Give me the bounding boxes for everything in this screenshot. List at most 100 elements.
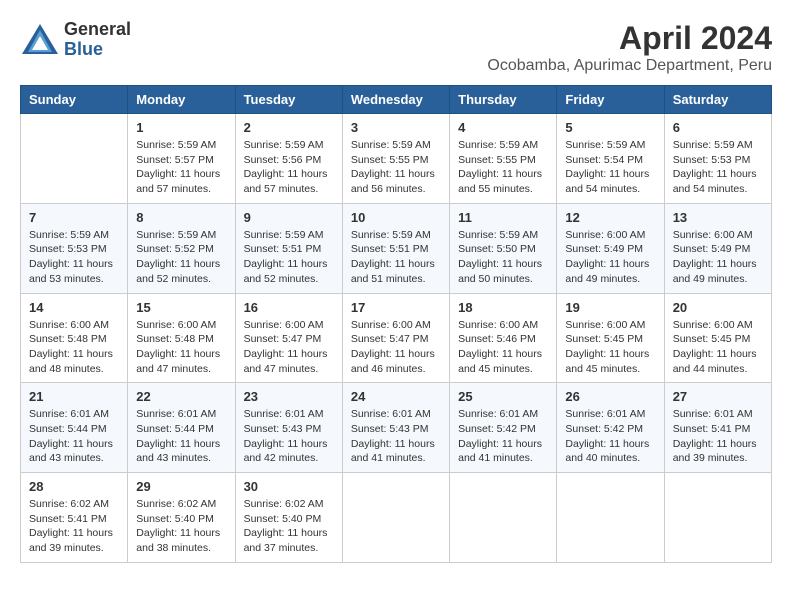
day-number: 30 — [244, 479, 334, 494]
calendar-cell: 9Sunrise: 5:59 AMSunset: 5:51 PMDaylight… — [235, 203, 342, 293]
day-info: Sunrise: 6:00 AMSunset: 5:45 PMDaylight:… — [565, 318, 655, 377]
calendar-week-row: 14Sunrise: 6:00 AMSunset: 5:48 PMDayligh… — [21, 293, 772, 383]
day-number: 6 — [673, 120, 763, 135]
day-number: 4 — [458, 120, 548, 135]
day-info: Sunrise: 5:59 AMSunset: 5:56 PMDaylight:… — [244, 138, 334, 197]
day-number: 26 — [565, 389, 655, 404]
calendar-week-row: 7 Sunrise: 5:59 AMSunset: 5:53 PMDaylight… — [21, 203, 772, 293]
calendar-cell: 5 Sunrise: 5:59 AMSunset: 5:54 PMDaylight… — [557, 114, 664, 204]
day-number: 16 — [244, 300, 334, 315]
day-number: 23 — [244, 389, 334, 404]
day-number: 1 — [136, 120, 226, 135]
calendar-cell: 20 Sunrise: 6:00 AMSunset: 5:45 PMDayligh… — [664, 293, 771, 383]
day-number: 5 — [565, 120, 655, 135]
day-info: Sunrise: 6:00 AMSunset: 5:48 PMDaylight:… — [136, 318, 226, 377]
calendar-cell: 19 Sunrise: 6:00 AMSunset: 5:45 PMDayligh… — [557, 293, 664, 383]
day-number: 28 — [29, 479, 119, 494]
day-info: Sunrise: 6:02 AMSunset: 5:41 PMDaylight:… — [29, 497, 119, 556]
day-info: Sunrise: 6:01 AMSunset: 5:41 PMDaylight:… — [673, 407, 763, 466]
weekday-header-friday: Friday — [557, 86, 664, 114]
calendar-cell — [450, 473, 557, 563]
day-number: 3 — [351, 120, 441, 135]
calendar-cell: 2 Sunrise: 5:59 AMSunset: 5:56 PMDaylight… — [235, 114, 342, 204]
calendar-cell — [21, 114, 128, 204]
day-number: 27 — [673, 389, 763, 404]
calendar-cell: 23 Sunrise: 6:01 AMSunset: 5:43 PMDayligh… — [235, 383, 342, 473]
day-number: 29 — [136, 479, 226, 494]
calendar-cell: 21Sunrise: 6:01 AMSunset: 5:44 PMDayligh… — [21, 383, 128, 473]
calendar-cell: 12 Sunrise: 6:00 AMSunset: 5:49 PMDayligh… — [557, 203, 664, 293]
calendar-cell: 11 Sunrise: 5:59 AMSunset: 5:50 PMDayligh… — [450, 203, 557, 293]
day-number: 20 — [673, 300, 763, 315]
day-info: Sunrise: 6:01 AMSunset: 5:43 PMDaylight:… — [351, 407, 441, 466]
day-info: Sunrise: 6:01 AMSunset: 5:44 PMDaylight:… — [136, 407, 226, 466]
day-number: 12 — [565, 210, 655, 225]
weekday-header-monday: Monday — [128, 86, 235, 114]
calendar-cell: 30 Sunrise: 6:02 AMSunset: 5:40 PMDayligh… — [235, 473, 342, 563]
title-area: April 2024 Ocobamba, Apurimac Department… — [487, 20, 772, 75]
weekday-header-tuesday: Tuesday — [235, 86, 342, 114]
day-info: Sunrise: 6:00 AMSunset: 5:48 PMDaylight:… — [29, 318, 119, 377]
day-info: Sunrise: 5:59 AMSunset: 5:54 PMDaylight:… — [565, 138, 655, 197]
calendar-cell: 29 Sunrise: 6:02 AMSunset: 5:40 PMDayligh… — [128, 473, 235, 563]
day-number: 19 — [565, 300, 655, 315]
logo-icon — [20, 22, 60, 58]
logo-text: General Blue — [64, 20, 131, 60]
calendar-cell: 25Sunrise: 6:01 AMSunset: 5:42 PMDayligh… — [450, 383, 557, 473]
day-number: 22 — [136, 389, 226, 404]
day-info: Sunrise: 6:02 AMSunset: 5:40 PMDaylight:… — [136, 497, 226, 556]
day-info: Sunrise: 5:59 AMSunset: 5:55 PMDaylight:… — [458, 138, 548, 197]
day-number: 17 — [351, 300, 441, 315]
logo-blue: Blue — [64, 40, 131, 60]
day-info: Sunrise: 6:00 AMSunset: 5:49 PMDaylight:… — [565, 228, 655, 287]
calendar-cell: 28 Sunrise: 6:02 AMSunset: 5:41 PMDayligh… — [21, 473, 128, 563]
day-info: Sunrise: 6:00 AMSunset: 5:45 PMDaylight:… — [673, 318, 763, 377]
calendar-week-row: 1 Sunrise: 5:59 AMSunset: 5:57 PMDaylight… — [21, 114, 772, 204]
day-info: Sunrise: 6:01 AMSunset: 5:43 PMDaylight:… — [244, 407, 334, 466]
day-info: Sunrise: 5:59 AMSunset: 5:53 PMDaylight:… — [673, 138, 763, 197]
calendar-week-row: 21 Sunrise: 6:01 AMSunset: 5:44 PMDayligh… — [21, 383, 772, 473]
calendar-cell — [664, 473, 771, 563]
day-number: 8 — [136, 210, 226, 225]
calendar-cell — [557, 473, 664, 563]
calendar-cell: 26 Sunrise: 6:01 AMSunset: 5:42 PMDayligh… — [557, 383, 664, 473]
calendar-cell: 14Sunrise: 6:00 AMSunset: 5:48 PMDayligh… — [21, 293, 128, 383]
weekday-header-wednesday: Wednesday — [342, 86, 449, 114]
calendar-week-row: 28 Sunrise: 6:02 AMSunset: 5:41 PMDayligh… — [21, 473, 772, 563]
calendar-cell: 13 Sunrise: 6:00 AMSunset: 5:49 PMDayligh… — [664, 203, 771, 293]
calendar-cell: 22 Sunrise: 6:01 AMSunset: 5:44 PMDayligh… — [128, 383, 235, 473]
day-info: Sunrise: 6:01 AMSunset: 5:42 PMDaylight:… — [458, 407, 548, 466]
day-number: 2 — [244, 120, 334, 135]
day-number: 13 — [673, 210, 763, 225]
day-number: 18 — [458, 300, 548, 315]
calendar-cell: 10Sunrise: 5:59 AMSunset: 5:51 PMDayligh… — [342, 203, 449, 293]
logo-general: General — [64, 20, 131, 40]
calendar-cell: 27 Sunrise: 6:01 AMSunset: 5:41 PMDayligh… — [664, 383, 771, 473]
day-number: 24 — [351, 389, 441, 404]
day-info: Sunrise: 5:59 AMSunset: 5:50 PMDaylight:… — [458, 228, 548, 287]
day-number: 21 — [29, 389, 119, 404]
day-info: Sunrise: 6:02 AMSunset: 5:40 PMDaylight:… — [244, 497, 334, 556]
day-number: 11 — [458, 210, 548, 225]
header: General Blue April 2024 Ocobamba, Apurim… — [20, 20, 772, 75]
day-info: Sunrise: 6:00 AMSunset: 5:46 PMDaylight:… — [458, 318, 548, 377]
weekday-header-thursday: Thursday — [450, 86, 557, 114]
calendar-cell: 6 Sunrise: 5:59 AMSunset: 5:53 PMDaylight… — [664, 114, 771, 204]
day-info: Sunrise: 6:01 AMSunset: 5:42 PMDaylight:… — [565, 407, 655, 466]
day-info: Sunrise: 5:59 AMSunset: 5:57 PMDaylight:… — [136, 138, 226, 197]
calendar-cell: 1 Sunrise: 5:59 AMSunset: 5:57 PMDaylight… — [128, 114, 235, 204]
calendar-cell: 24 Sunrise: 6:01 AMSunset: 5:43 PMDayligh… — [342, 383, 449, 473]
calendar-cell: 7 Sunrise: 5:59 AMSunset: 5:53 PMDaylight… — [21, 203, 128, 293]
day-info: Sunrise: 5:59 AMSunset: 5:52 PMDaylight:… — [136, 228, 226, 287]
calendar-table: SundayMondayTuesdayWednesdayThursdayFrid… — [20, 85, 772, 563]
day-info: Sunrise: 5:59 AMSunset: 5:53 PMDaylight:… — [29, 228, 119, 287]
day-number: 7 — [29, 210, 119, 225]
weekday-header-sunday: Sunday — [21, 86, 128, 114]
day-info: Sunrise: 6:00 AMSunset: 5:47 PMDaylight:… — [351, 318, 441, 377]
day-info: Sunrise: 5:59 AMSunset: 5:51 PMDaylight:… — [244, 228, 334, 287]
month-title: April 2024 — [487, 20, 772, 57]
calendar-cell: 15Sunrise: 6:00 AMSunset: 5:48 PMDayligh… — [128, 293, 235, 383]
day-info: Sunrise: 6:00 AMSunset: 5:49 PMDaylight:… — [673, 228, 763, 287]
weekday-header-saturday: Saturday — [664, 86, 771, 114]
calendar-cell: 8 Sunrise: 5:59 AMSunset: 5:52 PMDaylight… — [128, 203, 235, 293]
